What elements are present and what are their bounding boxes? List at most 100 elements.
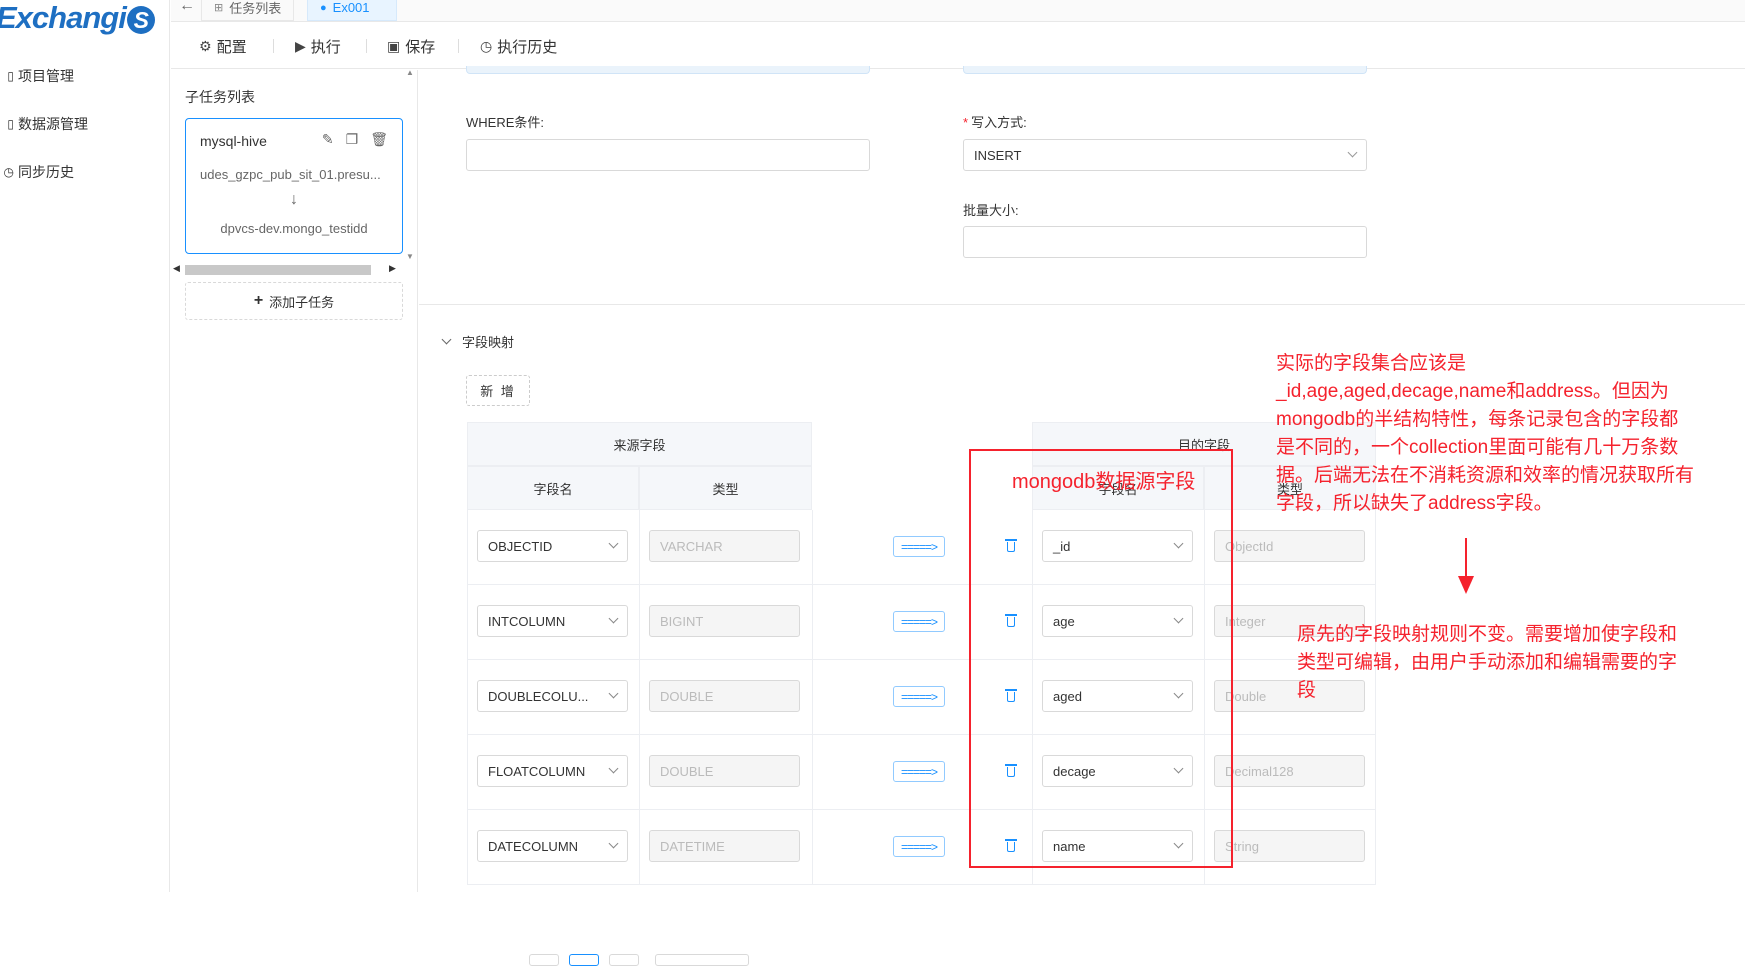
batch-size-input[interactable] <box>963 226 1367 258</box>
datasource-icon: ▯ <box>7 117 14 131</box>
gear-icon: ⚙ <box>199 38 212 54</box>
tab-label: 任务列表 <box>229 1 282 16</box>
pager-prev[interactable] <box>529 954 559 966</box>
source-type-field: VARCHAR <box>649 530 800 562</box>
chevron-down-icon <box>608 763 619 774</box>
pager-page[interactable] <box>569 954 599 966</box>
source-type-col: 类型 <box>639 466 812 510</box>
plus-icon: + <box>253 292 264 309</box>
annotation-box-label: mongodb数据源字段 <box>1012 471 1196 493</box>
write-mode-select[interactable]: INSERT <box>963 139 1367 171</box>
table-row: OBJECTID VARCHAR =====> _id ObjectId <box>467 510 1376 585</box>
add-subtask-button[interactable]: + 添加子任务 <box>185 282 403 320</box>
sidebar-item-label: 数据源管理 <box>18 116 88 132</box>
run-button[interactable]: ▶ 执行 <box>295 36 341 57</box>
vertical-scrollbar[interactable]: ▲ ▼ <box>404 68 416 261</box>
chevron-down-icon <box>608 838 619 849</box>
annotation-line: 原先的字段映射规则不变。需要增加使字段和 <box>1297 624 1678 645</box>
chevron-down-icon <box>608 688 619 699</box>
subtask-target: dpvcs-dev.mongo_testidd <box>220 221 368 236</box>
map-arrow-button[interactable]: =====> <box>893 836 945 857</box>
annotation-line: 据。后端无法在不消耗资源和效率的情况获取所有 <box>1276 465 1695 486</box>
subtask-list-title: 子任务列表 <box>185 89 255 105</box>
horizontal-scrollbar[interactable]: ◀ ▶ <box>171 262 401 276</box>
task-icon: ● <box>320 1 327 14</box>
annotation-line: 是不同的，一个collection里面可能有几十万条数 <box>1276 437 1679 458</box>
sidebar-item-label: 同步历史 <box>18 164 74 180</box>
back-arrow-icon[interactable]: ← <box>179 0 195 15</box>
app-logo[interactable]: Exchangi S <box>0 0 155 36</box>
source-name-col: 字段名 <box>467 466 639 510</box>
tab-label: Ex001 <box>332 0 370 15</box>
chevron-down-icon <box>1347 147 1358 158</box>
save-icon: ▣ <box>387 38 401 54</box>
map-arrow-button[interactable]: =====> <box>893 761 945 782</box>
pager-size[interactable] <box>655 954 749 966</box>
tab-task-list[interactable]: ⊞ 任务列表 <box>201 0 295 21</box>
tab-bar: ← ⊞ 任务列表 ● Ex001 <box>171 0 1745 22</box>
subtask-panel: 子任务列表 mysql-hive ✎ ❐ 🗑 udes_gzpc_pub_sit… <box>171 68 418 892</box>
source-field-select[interactable]: INTCOLUMN <box>477 605 628 637</box>
subtask-card[interactable]: mysql-hive ✎ ❐ 🗑 udes_gzpc_pub_sit_01.pr… <box>185 118 403 254</box>
where-label: WHERE条件: <box>466 115 545 130</box>
source-field-select[interactable]: DATECOLUMN <box>477 830 628 862</box>
chevron-down-icon <box>441 334 452 345</box>
config-button[interactable]: ⚙ 配置 <box>199 36 247 57</box>
target-type-field: ObjectId <box>1214 530 1365 562</box>
play-icon: ▶ <box>295 38 306 54</box>
annotation-note-1: 实际的字段集合应该是 _id,age,aged,decage,name和addre… <box>1276 350 1694 518</box>
map-arrow-button[interactable]: =====> <box>893 686 945 707</box>
arrow-down-icon: ↓ <box>290 191 298 208</box>
chevron-down-icon <box>608 613 619 624</box>
sidebar-item-history[interactable]: ◷ 同步历史 <box>0 160 74 184</box>
subtask-source: udes_gzpc_pub_sit_01.presu... <box>200 167 381 182</box>
map-arrow-button[interactable]: =====> <box>893 611 945 632</box>
annotation-line: 字段，所以缺失了address字段。 <box>1276 493 1553 514</box>
annotation-line: 实际的字段集合应该是 <box>1276 353 1467 374</box>
where-input[interactable] <box>466 139 870 171</box>
toolbar: ⚙ 配置 ▶ 执行 ▣ 保存 ◷ 执行历史 <box>171 23 1745 69</box>
edit-icon[interactable]: ✎ <box>322 131 334 148</box>
subtask-name: mysql-hive <box>200 133 267 149</box>
write-mode-label: * 写入方式: <box>963 115 1027 130</box>
history-icon: ◷ <box>3 165 14 179</box>
sitemap-icon: ⊞ <box>214 2 224 14</box>
table-row: INTCOLUMN BIGINT =====> age Integer <box>467 585 1376 660</box>
source-field-select[interactable]: DOUBLECOLU... <box>477 680 628 712</box>
save-button[interactable]: ▣ 保存 <box>387 36 435 57</box>
history-button[interactable]: ◷ 执行历史 <box>480 36 557 57</box>
target-type-field: Decimal128 <box>1214 755 1365 787</box>
table-row: DATECOLUMN DATETIME =====> name String <box>467 810 1376 885</box>
pager-next[interactable] <box>609 954 639 966</box>
source-type-field: DOUBLE <box>649 680 800 712</box>
tab-ex001[interactable]: ● Ex001 <box>307 0 397 21</box>
project-icon: ▯ <box>7 69 14 83</box>
annotation-line: 类型可编辑，由用户手动添加和编辑需要的字 <box>1297 652 1678 673</box>
source-type-field: DATETIME <box>649 830 800 862</box>
table-row: DOUBLECOLU... DOUBLE =====> aged Double <box>467 660 1376 735</box>
source-type-field: DOUBLE <box>649 755 800 787</box>
source-fields-header: 来源字段 <box>467 422 812 466</box>
annotation-arrowhead <box>1458 576 1474 594</box>
source-field-select[interactable]: FLOATCOLUMN <box>477 755 628 787</box>
batch-size-label: 批量大小: <box>963 203 1019 218</box>
clock-icon: ◷ <box>480 38 493 54</box>
table-row: FLOATCOLUMN DOUBLE =====> decage Decimal… <box>467 735 1376 810</box>
copy-icon[interactable]: ❐ <box>346 131 359 148</box>
sidebar: Exchangi S ▯ 项目管理 ▯ 数据源管理 ◷ 同步历史 <box>0 0 170 892</box>
sidebar-item-datasources[interactable]: ▯ 数据源管理 <box>0 112 88 136</box>
sidebar-item-projects[interactable]: ▯ 项目管理 <box>0 64 74 88</box>
annotation-line: 段 <box>1297 680 1317 701</box>
annotation-line: _id,age,aged,decage,name和address。但因为 <box>1276 381 1669 402</box>
add-mapping-button[interactable]: 新 增 <box>466 375 530 406</box>
map-arrow-button[interactable]: =====> <box>893 536 945 557</box>
sidebar-item-label: 项目管理 <box>18 68 74 84</box>
target-type-field: String <box>1214 830 1365 862</box>
annotation-line: mongodb的半结构特性，每条记录包含的字段都 <box>1276 409 1679 430</box>
delete-icon[interactable]: 🗑 <box>370 131 388 148</box>
field-mapping-header[interactable]: 字段映射 <box>441 332 514 351</box>
annotation-note-2: 原先的字段映射规则不变。需要增加使字段和 类型可编辑，由用户手动添加和编辑需要的字… <box>1297 621 1677 705</box>
source-field-select[interactable]: OBJECTID <box>477 530 628 562</box>
source-type-field: BIGINT <box>649 605 800 637</box>
annotation-box <box>969 449 1233 868</box>
